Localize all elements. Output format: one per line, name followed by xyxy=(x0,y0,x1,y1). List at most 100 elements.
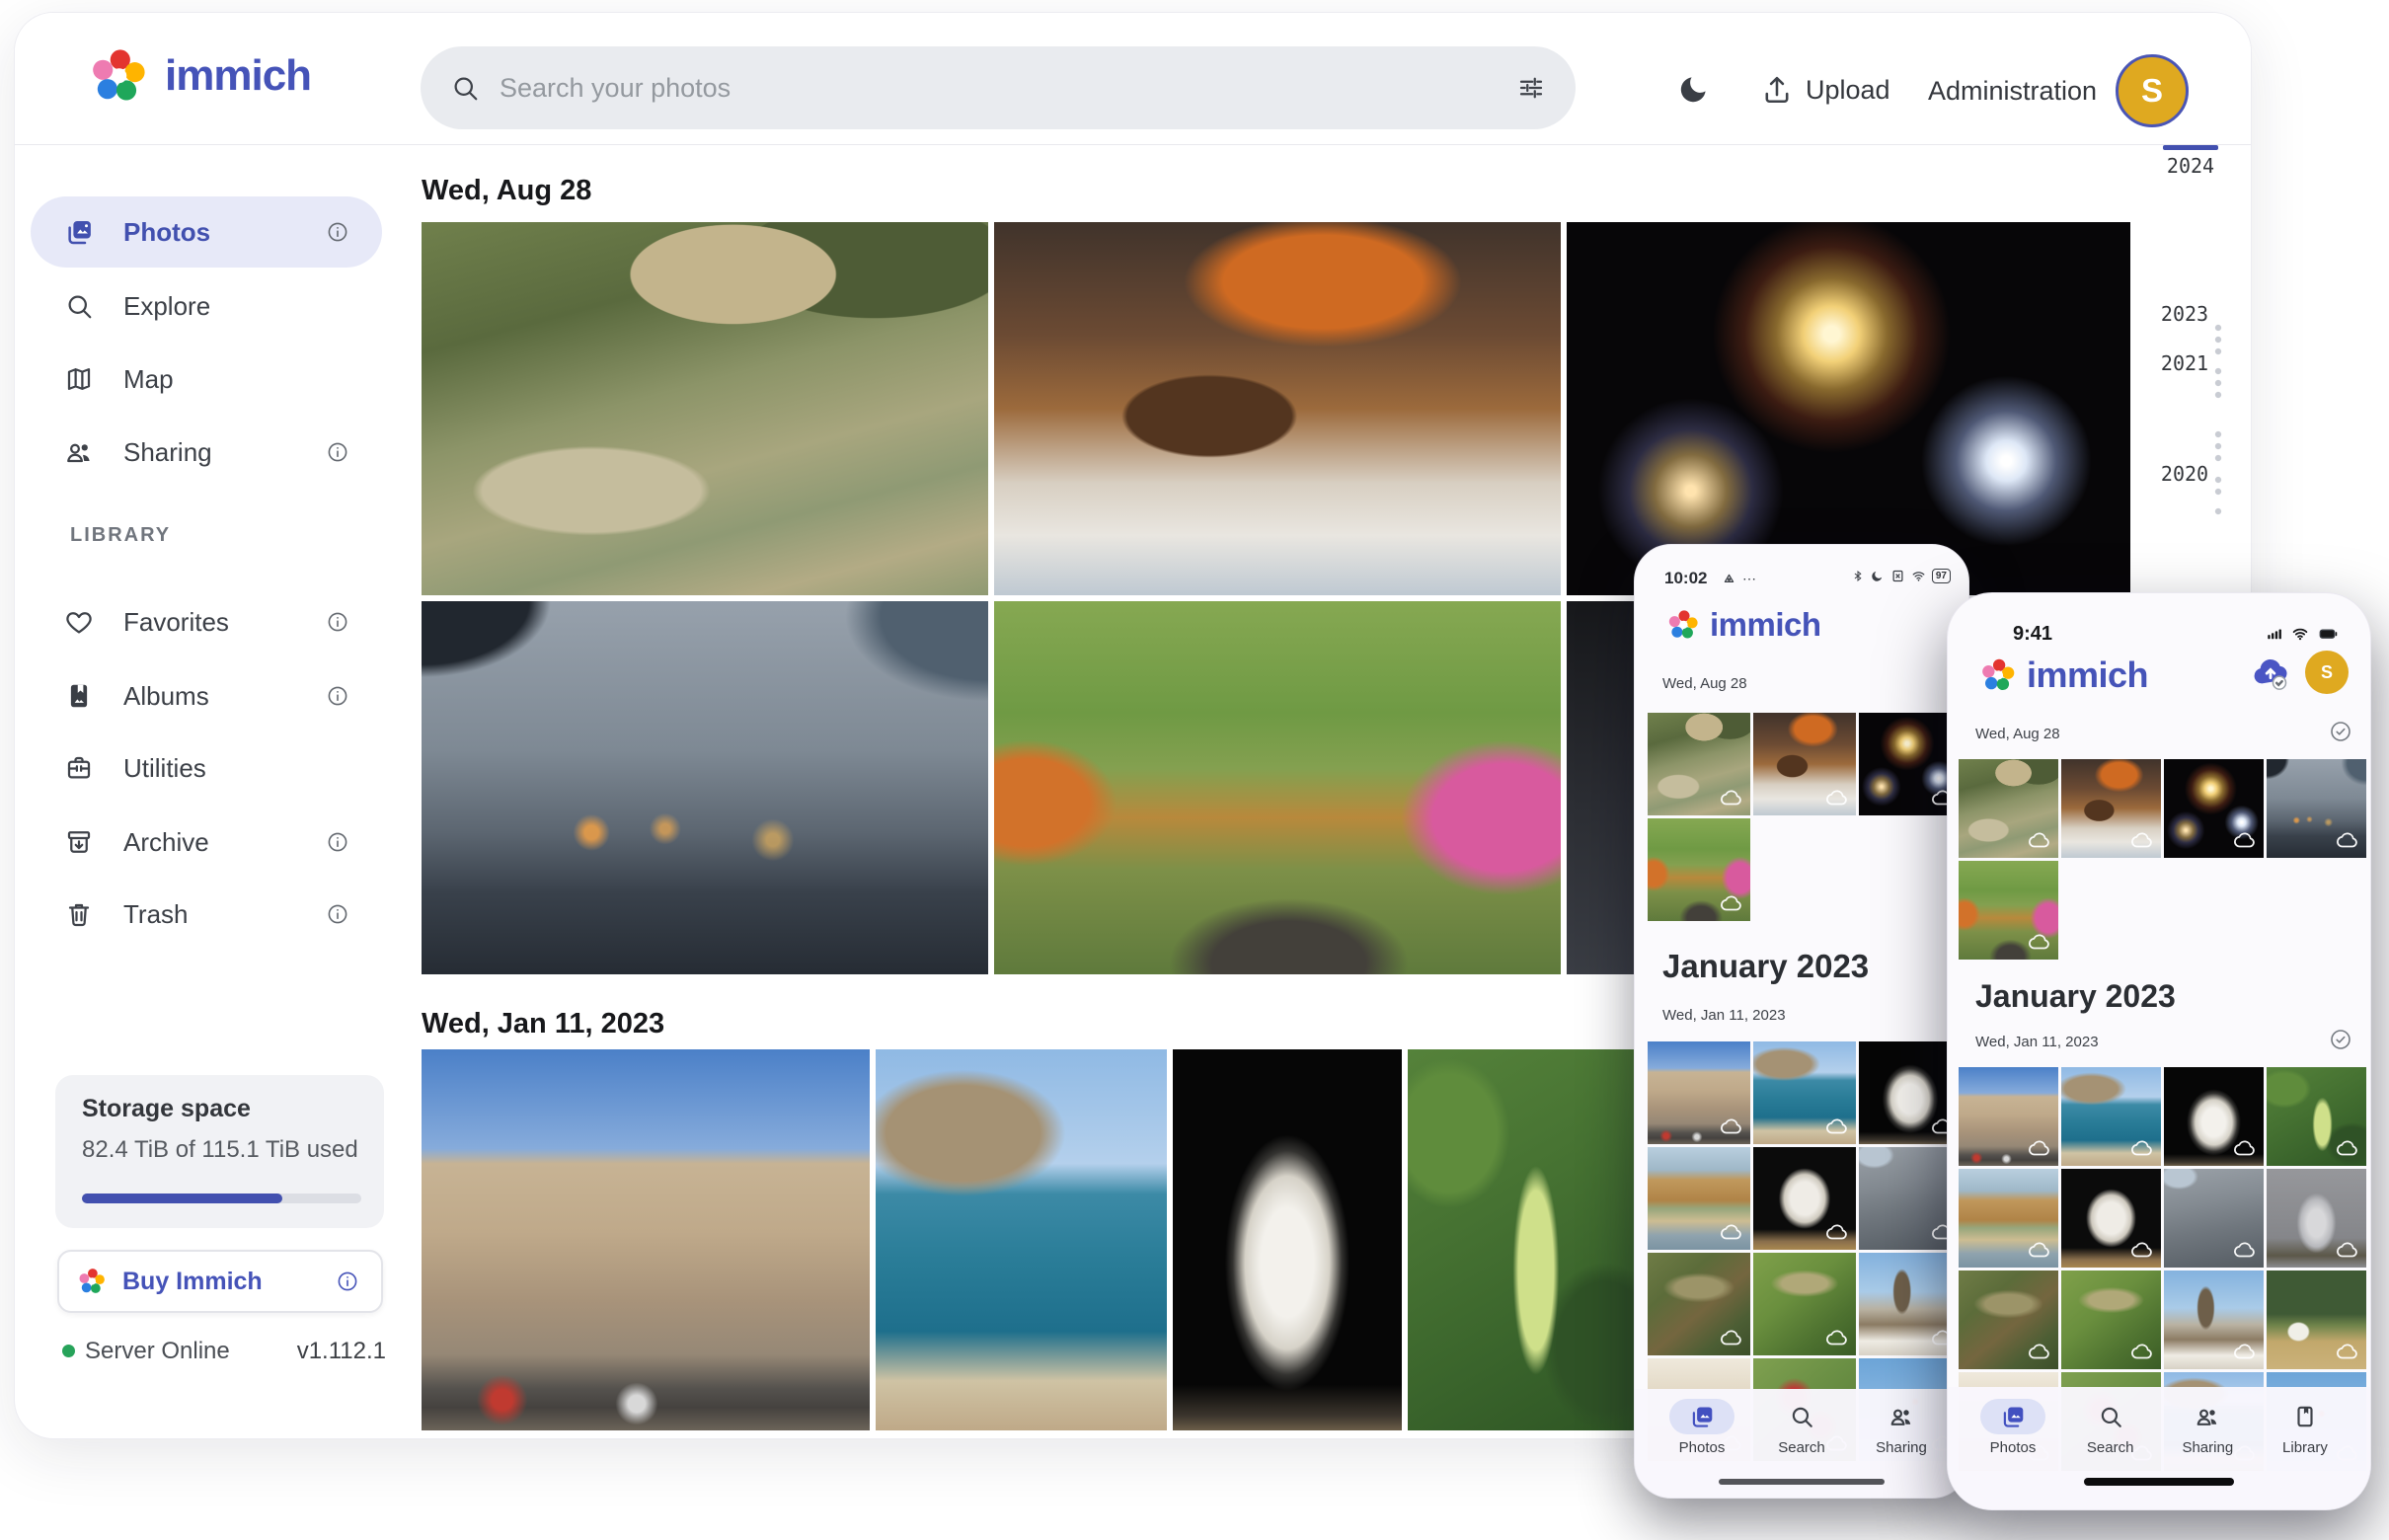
dark-mode-toggle[interactable] xyxy=(1671,66,1717,112)
photo-dinner[interactable] xyxy=(2061,759,2161,858)
nav-tab-photos[interactable]: Photos xyxy=(1971,1399,2054,1509)
photo-hands[interactable] xyxy=(2267,759,2366,858)
photo-coastal[interactable] xyxy=(876,1049,1167,1430)
timeline-scrubber[interactable]: 2024 2023 2021 2020 xyxy=(2133,127,2252,542)
photo-cliff[interactable] xyxy=(1648,1147,1750,1250)
sharing-people-icon xyxy=(2195,1404,2220,1429)
timeline-year[interactable]: 2020 xyxy=(2147,462,2222,486)
photos-icon xyxy=(2000,1404,2026,1429)
nav-tab-sharing[interactable]: Sharing xyxy=(2166,1399,2249,1509)
cloud-backup-icon xyxy=(2130,1136,2154,1160)
photo-lizard[interactable] xyxy=(1648,1253,1750,1355)
photo-seagrape[interactable] xyxy=(1408,1049,1637,1430)
cloud-backup-icon xyxy=(2028,930,2051,954)
sidebar-item-utilities[interactable]: Utilities xyxy=(31,732,382,804)
select-all-check-icon[interactable] xyxy=(2329,720,2352,743)
photo-village[interactable] xyxy=(2267,1270,2366,1369)
nav-tab-search[interactable]: Search xyxy=(2069,1399,2152,1509)
storage-progress-bar xyxy=(82,1194,361,1203)
photo-lizard2[interactable] xyxy=(1753,1253,1856,1355)
brand-name: immich xyxy=(165,51,311,101)
photo-lizard2[interactable] xyxy=(2061,1270,2161,1369)
sidebar-item-trash[interactable]: Trash xyxy=(31,879,382,950)
photo-bust[interactable] xyxy=(2164,1067,2264,1166)
info-icon[interactable] xyxy=(336,1270,359,1293)
sidebar-item-albums[interactable]: Albums xyxy=(31,660,382,732)
cloud-backup-icon xyxy=(2130,828,2154,852)
photo-fortress[interactable] xyxy=(422,1049,870,1430)
photo-ornament[interactable] xyxy=(2267,1169,2366,1268)
search-filter-icon[interactable] xyxy=(1516,73,1546,103)
photo-fortress[interactable] xyxy=(1648,1041,1750,1144)
timeline-year[interactable]: 2021 xyxy=(2147,351,2222,375)
photo-row xyxy=(1648,1041,1962,1144)
photo-autumn[interactable] xyxy=(994,601,1561,974)
timeline-current-year: 2024 xyxy=(2135,154,2246,178)
nav-label: Search xyxy=(2087,1439,2134,1456)
photo-cliff[interactable] xyxy=(1959,1169,2058,1268)
photo-lizard[interactable] xyxy=(1959,1270,2058,1369)
buy-immich-button[interactable]: Buy Immich xyxy=(57,1250,383,1313)
sidebar-label: Explore xyxy=(123,291,210,322)
user-avatar[interactable]: S xyxy=(2116,54,2189,127)
photo-ruins[interactable] xyxy=(2164,1169,2264,1268)
info-icon[interactable] xyxy=(326,902,349,926)
photo-monkeys[interactable] xyxy=(422,222,988,595)
nav-label: Library xyxy=(2282,1439,2328,1456)
sidebar-item-favorites[interactable]: Favorites xyxy=(31,586,382,657)
moon-icon xyxy=(1870,569,1885,583)
photo-fireworks[interactable] xyxy=(1567,222,2130,595)
server-version: v1.112.1 xyxy=(297,1338,386,1365)
sidebar-item-photos[interactable]: Photos xyxy=(31,196,382,268)
photo-dinner[interactable] xyxy=(1753,713,1856,815)
photo-dinner[interactable] xyxy=(994,222,1561,595)
immich-logo[interactable]: immich xyxy=(88,40,311,112)
info-icon[interactable] xyxy=(326,684,349,708)
battery-icon xyxy=(2317,625,2341,643)
photo-fortress[interactable] xyxy=(1959,1067,2058,1166)
administration-link[interactable]: Administration xyxy=(1928,76,2097,107)
sidebar-item-explore[interactable]: Explore xyxy=(31,270,382,342)
photo-fireworks[interactable] xyxy=(2164,759,2264,858)
sidebar-label: Favorites xyxy=(123,607,229,638)
cloud-backup-icon xyxy=(1825,1326,1849,1349)
info-icon[interactable] xyxy=(326,440,349,464)
server-status-label: Server Online xyxy=(85,1338,230,1365)
nav-tab-library[interactable]: Library xyxy=(2264,1399,2347,1509)
albums-icon xyxy=(64,681,94,711)
upload-label: Upload xyxy=(1806,75,1890,106)
photo-monkeys[interactable] xyxy=(1648,713,1750,815)
library-section-label: LIBRARY xyxy=(70,524,171,547)
photo-autumn[interactable] xyxy=(1959,861,2058,960)
photo-seagrape[interactable] xyxy=(2267,1067,2366,1166)
explore-search-icon xyxy=(64,291,94,321)
photo-church[interactable] xyxy=(2164,1270,2264,1369)
search-input[interactable]: Search your photos xyxy=(421,46,1576,129)
photo-autumn[interactable] xyxy=(1648,818,1750,921)
photo-sculpt2[interactable] xyxy=(1753,1147,1856,1250)
user-avatar[interactable]: S xyxy=(2305,651,2349,694)
photo-monkeys[interactable] xyxy=(1959,759,2058,858)
cloud-backup-icon xyxy=(2233,1238,2257,1262)
upload-button[interactable]: Upload xyxy=(1760,68,1890,112)
cloud-backup-icon xyxy=(2028,1238,2051,1262)
photo-row xyxy=(1648,713,1962,815)
cloud-backup-icon xyxy=(1720,786,1743,809)
photo-hands[interactable] xyxy=(422,601,988,974)
sidebar-item-map[interactable]: Map xyxy=(31,344,382,415)
photo-sculpt2[interactable] xyxy=(2061,1169,2161,1268)
sidebar-item-archive[interactable]: Archive xyxy=(31,807,382,878)
cloud-backup-icon xyxy=(2336,1238,2359,1262)
info-icon[interactable] xyxy=(326,220,349,244)
sidebar-item-sharing[interactable]: Sharing xyxy=(31,417,382,488)
photo-coastal[interactable] xyxy=(2061,1067,2161,1166)
photo-bust[interactable] xyxy=(1173,1049,1402,1430)
timeline-year[interactable]: 2023 xyxy=(2147,302,2222,326)
library-icon xyxy=(2292,1404,2318,1429)
photo-coastal[interactable] xyxy=(1753,1041,1856,1144)
select-all-check-icon[interactable] xyxy=(2329,1028,2352,1051)
info-icon[interactable] xyxy=(326,610,349,634)
cellular-signal-icon xyxy=(2266,625,2283,643)
info-icon[interactable] xyxy=(326,830,349,854)
backup-cloud-icon[interactable] xyxy=(2249,654,2292,694)
